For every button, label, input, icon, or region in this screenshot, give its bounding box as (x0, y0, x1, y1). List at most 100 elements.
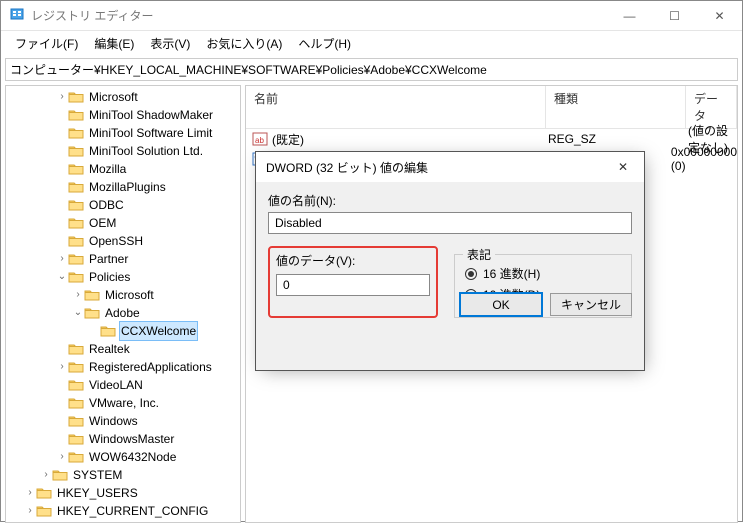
value-data-box: 値のデータ(V): (268, 246, 438, 318)
radix-hex-radio[interactable]: 16 進数(H) (465, 265, 621, 282)
tree-item-label: OEM (87, 214, 118, 232)
tree-item[interactable]: VMware, Inc. (8, 394, 240, 412)
folder-icon (68, 252, 84, 266)
tree-item-label: Microsoft (103, 286, 156, 304)
tree-item[interactable]: Realtek (8, 340, 240, 358)
col-header-name[interactable]: 名前 (246, 86, 546, 128)
cancel-button[interactable]: キャンセル (550, 293, 632, 316)
value-name-input[interactable] (268, 212, 632, 234)
titlebar: レジストリ エディター — ☐ ✕ (1, 1, 742, 31)
folder-icon (84, 306, 100, 320)
tree-item[interactable]: ›Partner (8, 250, 240, 268)
menubar: ファイル(F) 編集(E) 表示(V) お気に入り(A) ヘルプ(H) (1, 31, 742, 58)
tree-item[interactable]: MiniTool Solution Ltd. (8, 142, 240, 160)
tree-item[interactable]: › RegisteredApplications (8, 358, 240, 376)
tree-item[interactable]: ›HKEY_USERS (8, 484, 240, 502)
tree-item-label: MiniTool ShadowMaker (87, 106, 215, 124)
tree-item[interactable]: OpenSSH (8, 232, 240, 250)
folder-icon (68, 270, 84, 284)
chevron-right-icon[interactable]: › (56, 358, 68, 376)
menu-help[interactable]: ヘルプ(H) (290, 33, 359, 54)
svg-text:ab: ab (255, 136, 264, 145)
tree-item[interactable]: ODBC (8, 196, 240, 214)
tree-item[interactable]: › Microsoft (8, 286, 240, 304)
regedit-icon (9, 6, 25, 25)
edit-dword-dialog: DWORD (32 ビット) 値の編集 ✕ 値の名前(N): 値のデータ(V):… (255, 151, 645, 371)
chevron-right-icon[interactable]: › (40, 466, 52, 484)
value-data-label: 値のデータ(V): (276, 252, 430, 269)
tree-item-label: Policies (87, 268, 132, 286)
tree-item[interactable]: MozillaPlugins (8, 178, 240, 196)
folder-icon (68, 216, 84, 230)
folder-icon (68, 360, 84, 374)
chevron-right-icon[interactable]: › (72, 286, 84, 304)
chevron-right-icon[interactable]: › (56, 448, 68, 466)
col-header-type[interactable]: 種類 (546, 86, 686, 128)
list-header: 名前 種類 データ (246, 86, 737, 129)
radix-hex-label: 16 進数(H) (483, 265, 540, 282)
folder-icon (68, 378, 84, 392)
dialog-title: DWORD (32 ビット) 値の編集 (266, 159, 602, 176)
radix-legend: 表記 (463, 246, 495, 263)
tree-item-label: MozillaPlugins (87, 178, 168, 196)
tree-pane[interactable]: ›MicrosoftMiniTool ShadowMakerMiniTool S… (5, 85, 241, 523)
tree-item-label: RegisteredApplications (87, 358, 214, 376)
value-data: 0x00000000 (0) (663, 145, 737, 173)
folder-icon (36, 504, 52, 518)
tree-item[interactable]: ›Microsoft (8, 88, 240, 106)
ok-button[interactable]: OK (460, 293, 542, 316)
value-data-input[interactable] (276, 274, 430, 296)
chevron-down-icon[interactable]: ⌄ (56, 268, 68, 286)
folder-icon (68, 90, 84, 104)
tree-item[interactable]: MiniTool Software Limit (8, 124, 240, 142)
menu-view[interactable]: 表示(V) (142, 33, 198, 54)
tree-item[interactable]: ›HKEY_CURRENT_CONFIG (8, 502, 240, 520)
tree-item[interactable]: ›SYSTEM (8, 466, 240, 484)
tree-item-label: MiniTool Software Limit (87, 124, 214, 142)
dialog-titlebar: DWORD (32 ビット) 値の編集 ✕ (256, 152, 644, 182)
folder-icon (68, 450, 84, 464)
tree-item-label: Realtek (87, 340, 132, 358)
close-button[interactable]: ✕ (697, 1, 742, 30)
tree-item-label: ODBC (87, 196, 126, 214)
address-bar[interactable]: コンピューター¥HKEY_LOCAL_MACHINE¥SOFTWARE¥Poli… (5, 58, 738, 81)
tree-item[interactable]: MiniTool ShadowMaker (8, 106, 240, 124)
chevron-right-icon[interactable]: › (24, 484, 36, 502)
dialog-body: 値の名前(N): 値のデータ(V): 表記 16 進数(H) 10 進数(D) … (256, 182, 644, 328)
tree-item[interactable]: Windows (8, 412, 240, 430)
tree-item[interactable]: OEM (8, 214, 240, 232)
folder-icon (68, 414, 84, 428)
tree-item[interactable]: Mozilla (8, 160, 240, 178)
folder-icon (52, 468, 68, 482)
tree-item-label: Adobe (103, 304, 142, 322)
folder-icon (84, 288, 100, 302)
minimize-button[interactable]: — (607, 1, 652, 30)
window-controls: — ☐ ✕ (607, 1, 742, 30)
tree-item-label: WOW6432Node (87, 448, 178, 466)
tree: ›MicrosoftMiniTool ShadowMakerMiniTool S… (6, 86, 240, 522)
chevron-down-icon[interactable]: ⌄ (72, 304, 84, 322)
tree-item-label: WindowsMaster (87, 430, 176, 448)
menu-file[interactable]: ファイル(F) (7, 33, 86, 54)
menu-favorites[interactable]: お気に入り(A) (198, 33, 290, 54)
chevron-right-icon[interactable]: › (24, 502, 36, 520)
tree-item[interactable]: ⌄ Policies (8, 268, 240, 286)
tree-item-label: Windows (87, 412, 140, 430)
window-title: レジストリ エディター (31, 7, 607, 24)
menu-edit[interactable]: 編集(E) (86, 33, 142, 54)
folder-icon (68, 396, 84, 410)
folder-icon (68, 126, 84, 140)
folder-icon (68, 144, 84, 158)
tree-item-label: Mozilla (87, 160, 128, 178)
chevron-right-icon[interactable]: › (56, 250, 68, 268)
tree-item[interactable]: ⌄ Adobe (8, 304, 240, 322)
tree-item[interactable]: › WOW6432Node (8, 448, 240, 466)
maximize-button[interactable]: ☐ (652, 1, 697, 30)
tree-item[interactable]: CCXWelcome (8, 322, 240, 340)
dialog-buttons: OK キャンセル (460, 293, 632, 316)
tree-item[interactable]: VideoLAN (8, 376, 240, 394)
dialog-close-button[interactable]: ✕ (602, 152, 644, 182)
chevron-right-icon[interactable]: › (56, 88, 68, 106)
folder-icon (68, 108, 84, 122)
tree-item[interactable]: WindowsMaster (8, 430, 240, 448)
